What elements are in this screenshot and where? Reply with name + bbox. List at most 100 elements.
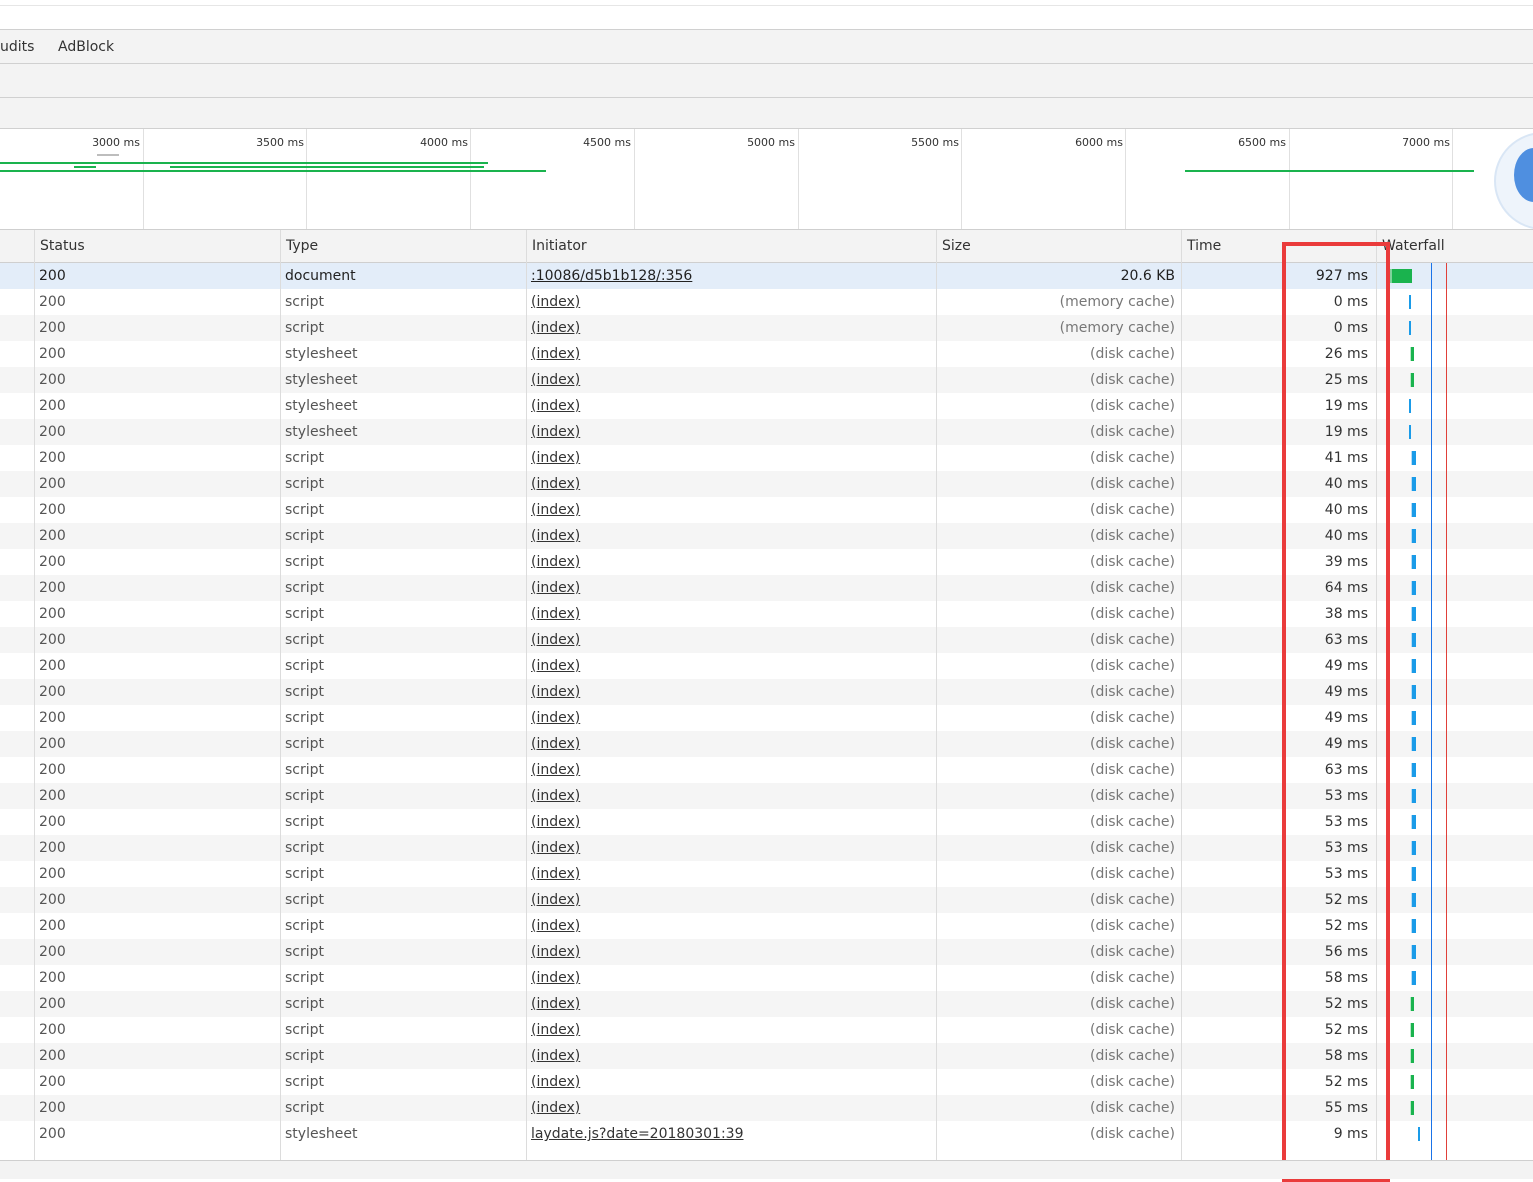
table-row[interactable]: 200 script (index) (disk cache) 49 ms	[0, 705, 1533, 731]
table-row[interactable]: 200 script (index) (disk cache) 40 ms	[0, 471, 1533, 497]
table-row[interactable]: 200 script (index) (disk cache) 49 ms	[0, 653, 1533, 679]
table-row[interactable]: 200 script (index) (disk cache) 58 ms	[0, 965, 1533, 991]
cell-initiator-link[interactable]: (index)	[531, 341, 931, 367]
table-row[interactable]: 200 stylesheet (index) (disk cache) 26 ms	[0, 341, 1533, 367]
cell-initiator-link[interactable]: (index)	[531, 653, 931, 679]
cell-time: 26 ms	[1324, 346, 1368, 362]
cell-initiator-link[interactable]: (index)	[531, 1017, 931, 1043]
table-row[interactable]: 200 script (index) (disk cache) 52 ms	[0, 1017, 1533, 1043]
cell-size: (memory cache)	[1059, 320, 1175, 336]
table-row[interactable]: 200 script (index) (disk cache) 64 ms	[0, 575, 1533, 601]
table-row[interactable]: 200 script (index) (disk cache) 38 ms	[0, 601, 1533, 627]
table-row[interactable]: 200 script (index) (disk cache) 53 ms	[0, 783, 1533, 809]
column-header-time[interactable]: Time	[1181, 230, 1376, 262]
cell-initiator-link[interactable]: (index)	[531, 783, 931, 809]
table-row[interactable]: 200 script (index) (disk cache) 49 ms	[0, 679, 1533, 705]
cell-type: script	[285, 580, 325, 596]
cell-status: 200	[39, 918, 66, 934]
column-header-waterfall[interactable]: Waterfall	[1376, 230, 1533, 262]
table-row[interactable]: 200 script (index) (disk cache) 58 ms	[0, 1043, 1533, 1069]
tab-audits[interactable]: udits	[0, 39, 34, 55]
cell-initiator-link[interactable]: (index)	[531, 679, 931, 705]
waterfall-cell	[1376, 1069, 1533, 1095]
table-row[interactable]: 200 script (index) (disk cache) 55 ms	[0, 1095, 1533, 1121]
tab-adblock[interactable]: AdBlock	[58, 39, 114, 55]
table-row[interactable]: 200 script (index) (disk cache) 52 ms	[0, 887, 1533, 913]
table-row[interactable]: 200 script (index) (disk cache) 52 ms	[0, 991, 1533, 1017]
cell-initiator-link[interactable]: (index)	[531, 731, 931, 757]
table-row[interactable]: 200 script (index) (disk cache) 49 ms	[0, 731, 1533, 757]
cell-initiator-link[interactable]: (index)	[531, 315, 931, 341]
cell-size: (disk cache)	[1089, 970, 1175, 986]
cell-initiator-link[interactable]: (index)	[531, 835, 931, 861]
cell-initiator-link[interactable]: (index)	[531, 861, 931, 887]
cell-type: script	[285, 970, 325, 986]
cell-initiator-link[interactable]: (index)	[531, 991, 931, 1017]
waterfall-cell	[1376, 861, 1533, 887]
table-row[interactable]: 200 script (index) (disk cache) 40 ms	[0, 497, 1533, 523]
table-row[interactable]: 200 script (index) (disk cache) 63 ms	[0, 627, 1533, 653]
cell-initiator-link[interactable]: (index)	[531, 1043, 931, 1069]
table-row[interactable]: 200 script (index) (disk cache) 40 ms	[0, 523, 1533, 549]
cell-initiator-link[interactable]: (index)	[531, 523, 931, 549]
cell-initiator-link[interactable]: (index)	[531, 627, 931, 653]
cell-type: script	[285, 658, 325, 674]
cell-type: script	[285, 632, 325, 648]
table-row[interactable]: 200 stylesheet laydate.js?date=20180301:39…	[0, 1121, 1533, 1147]
waterfall-cell	[1376, 679, 1533, 705]
table-row[interactable]: 200 script (index) (disk cache) 53 ms	[0, 835, 1533, 861]
cell-initiator-link[interactable]: (index)	[531, 367, 931, 393]
cell-initiator-link[interactable]: (index)	[531, 549, 931, 575]
column-header-type[interactable]: Type	[280, 230, 526, 262]
table-row[interactable]: 200 script (index) (disk cache) 52 ms	[0, 1069, 1533, 1095]
cell-initiator-link[interactable]: (index)	[531, 471, 931, 497]
table-row[interactable]: 200 stylesheet (index) (disk cache) 19 ms	[0, 393, 1533, 419]
table-row[interactable]: 200 script (index) (disk cache) 41 ms	[0, 445, 1533, 471]
network-overview-timeline[interactable]: 3000 ms 3500 ms 4000 ms 4500 ms 5000 ms …	[0, 129, 1533, 230]
column-header-initiator[interactable]: Initiator	[526, 230, 936, 262]
cell-initiator-link[interactable]: (index)	[531, 1095, 931, 1121]
cell-initiator-link[interactable]: (index)	[531, 939, 931, 965]
column-header-size[interactable]: Size	[936, 230, 1181, 262]
waterfall-bar	[1411, 815, 1416, 829]
table-row[interactable]: 200 script (index) (disk cache) 53 ms	[0, 861, 1533, 887]
cell-initiator-link[interactable]: (index)	[531, 497, 931, 523]
cell-initiator-link[interactable]: (index)	[531, 887, 931, 913]
cell-initiator-link[interactable]: (index)	[531, 445, 931, 471]
cell-type: script	[285, 606, 325, 622]
cell-size: (disk cache)	[1089, 1048, 1175, 1064]
cell-time: 38 ms	[1324, 606, 1368, 622]
cell-time: 64 ms	[1324, 580, 1368, 596]
cell-initiator-link[interactable]: (index)	[531, 289, 931, 315]
table-row[interactable]: 200 script (index) (disk cache) 39 ms	[0, 549, 1533, 575]
cell-initiator-link[interactable]: (index)	[531, 809, 931, 835]
cell-initiator-link[interactable]: (index)	[531, 757, 931, 783]
table-row[interactable]: 200 script (index) (disk cache) 63 ms	[0, 757, 1533, 783]
cell-status: 200	[39, 398, 66, 414]
table-row[interactable]: 200 script (index) (disk cache) 52 ms	[0, 913, 1533, 939]
cell-status: 200	[39, 606, 66, 622]
table-row[interactable]: 200 document:10086/d5b1b128/:356 20.6 KB 92…	[0, 263, 1533, 289]
cell-initiator-link[interactable]: (index)	[531, 705, 931, 731]
table-row[interactable]: 200 stylesheet (index) (disk cache) 25 ms	[0, 367, 1533, 393]
cell-type: stylesheet	[285, 1126, 358, 1142]
table-row[interactable]: 200 stylesheet (index) (disk cache) 19 ms	[0, 419, 1533, 445]
cell-initiator-link[interactable]: (index)	[531, 575, 931, 601]
cell-initiator-link[interactable]: (index)	[531, 913, 931, 939]
column-header-status[interactable]: Status	[34, 230, 280, 262]
cell-size: (disk cache)	[1089, 372, 1175, 388]
cell-status: 200	[39, 554, 66, 570]
cell-initiator-link[interactable]: :10086/d5b1b128/:356	[531, 263, 931, 289]
table-row[interactable]: 200 script (index) (disk cache) 53 ms	[0, 809, 1533, 835]
cell-initiator-link[interactable]: (index)	[531, 965, 931, 991]
cell-initiator-link[interactable]: (index)	[531, 419, 931, 445]
table-row[interactable]: 200 script (index) (memory cache) 0 ms	[0, 289, 1533, 315]
table-row[interactable]: 200 script (index) (memory cache) 0 ms	[0, 315, 1533, 341]
cell-initiator-link[interactable]: (index)	[531, 601, 931, 627]
cell-initiator-link[interactable]: laydate.js?date=20180301:39	[531, 1121, 931, 1147]
cell-initiator-link[interactable]: (index)	[531, 393, 931, 419]
cell-initiator-link[interactable]: (index)	[531, 1069, 931, 1095]
cell-size: (disk cache)	[1089, 450, 1175, 466]
cell-time: 49 ms	[1324, 658, 1368, 674]
table-row[interactable]: 200 script (index) (disk cache) 56 ms	[0, 939, 1533, 965]
